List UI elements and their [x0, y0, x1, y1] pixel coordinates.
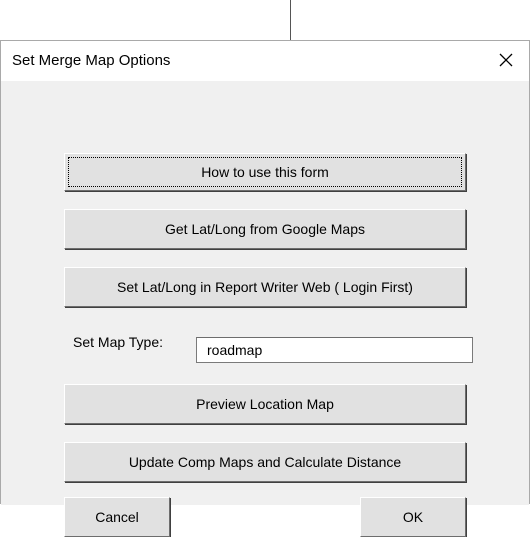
set-latlong-button[interactable]: Set Lat/Long in Report Writer Web ( Logi…	[64, 267, 466, 307]
get-latlong-label: Get Lat/Long from Google Maps	[165, 221, 365, 237]
update-comp-maps-button[interactable]: Update Comp Maps and Calculate Distance	[64, 442, 466, 482]
background-divider-line	[290, 0, 291, 40]
cancel-button[interactable]: Cancel	[64, 497, 170, 537]
ok-button[interactable]: OK	[360, 497, 466, 537]
close-button[interactable]	[493, 47, 519, 73]
merge-map-options-dialog: Set Merge Map Options How to use this fo…	[0, 40, 530, 537]
map-type-value: roadmap	[207, 342, 263, 358]
how-to-use-button[interactable]: How to use this form	[64, 153, 466, 191]
dialog-titlebar: Set Merge Map Options	[1, 41, 529, 81]
set-latlong-label: Set Lat/Long in Report Writer Web ( Logi…	[117, 279, 413, 295]
map-type-label: Set Map Type:	[73, 334, 164, 350]
close-icon	[499, 53, 513, 67]
how-to-use-label: How to use this form	[201, 164, 329, 180]
map-type-input[interactable]: roadmap	[196, 337, 473, 363]
preview-location-map-button[interactable]: Preview Location Map	[64, 384, 466, 424]
get-latlong-button[interactable]: Get Lat/Long from Google Maps	[64, 209, 466, 249]
preview-location-map-label: Preview Location Map	[196, 396, 334, 412]
cancel-label: Cancel	[95, 509, 139, 525]
dialog-title: Set Merge Map Options	[12, 52, 171, 69]
dialog-body: How to use this form Get Lat/Long from G…	[1, 81, 529, 537]
update-comp-maps-label: Update Comp Maps and Calculate Distance	[128, 454, 402, 470]
ok-label: OK	[402, 509, 424, 525]
